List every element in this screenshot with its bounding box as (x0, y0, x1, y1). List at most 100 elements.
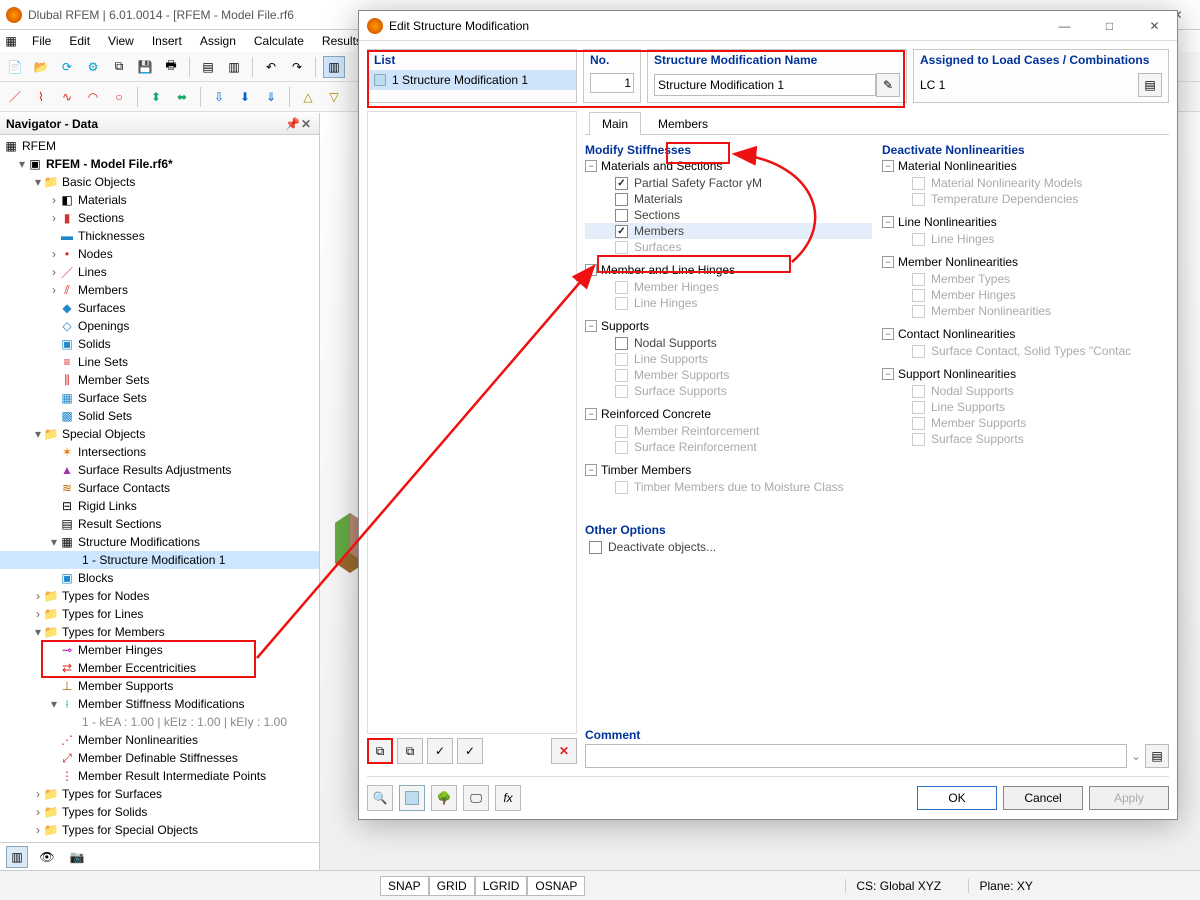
fx-button[interactable]: fx (495, 785, 521, 811)
load2-icon[interactable]: ⬇ (234, 86, 256, 108)
dropdown-icon[interactable]: ⌄ (1131, 749, 1141, 763)
line-icon[interactable]: ／ (4, 86, 26, 108)
expander-icon[interactable]: − (882, 160, 894, 172)
polyline-icon[interactable]: ⌇ (30, 86, 52, 108)
nav-view-icon[interactable]: 👁 (36, 846, 58, 868)
open-icon[interactable]: 📂 (30, 56, 52, 78)
expander-icon[interactable]: − (585, 408, 597, 420)
undo-icon[interactable]: ↶ (260, 56, 282, 78)
menu-assign[interactable]: Assign (192, 32, 244, 50)
dialog-minimize[interactable]: — (1042, 11, 1087, 41)
comment-input[interactable] (585, 744, 1127, 768)
colorbox-button[interactable] (399, 785, 425, 811)
tree-item: ›▮Sections (0, 209, 319, 227)
expander-icon[interactable]: − (585, 464, 597, 476)
no-input[interactable] (590, 73, 634, 93)
dialog-close[interactable]: ✕ (1132, 11, 1177, 41)
checkbox-mnm (912, 177, 925, 190)
openings-icon: ◇ (60, 319, 74, 333)
load1-icon[interactable]: ⇩ (208, 86, 230, 108)
pin-icon[interactable]: 📌 (285, 117, 299, 131)
close-panel-icon[interactable]: ✕ (299, 117, 313, 131)
menu-view[interactable]: View (100, 32, 142, 50)
rfem-icon: ▦ (4, 139, 18, 153)
tree-item: ▩Solid Sets (0, 407, 319, 425)
load3-icon[interactable]: ⇓ (260, 86, 282, 108)
menu-file[interactable]: File (24, 32, 59, 50)
navigator-tree[interactable]: ▦RFEM ▾▣RFEM - Model File.rf6* ▾📁Basic O… (0, 135, 319, 842)
comment-lib-icon[interactable]: ▤ (1145, 744, 1169, 768)
check1-button[interactable]: ✓ (427, 738, 453, 764)
menu-edit[interactable]: Edit (61, 32, 98, 50)
display-button[interactable]: 🖵 (463, 785, 489, 811)
expander-icon[interactable]: − (882, 368, 894, 380)
checkbox-sections[interactable] (615, 209, 628, 222)
name-input[interactable] (654, 74, 876, 96)
circle-icon[interactable]: ○ (108, 86, 130, 108)
zoom-button[interactable]: 🔍 (367, 785, 393, 811)
sync-icon[interactable]: ⟳ (56, 56, 78, 78)
member-icon[interactable]: ⬍ (145, 86, 167, 108)
checkbox-psf[interactable] (615, 177, 628, 190)
osnap-toggle[interactable]: OSNAP (527, 876, 585, 896)
checkbox-members[interactable] (615, 225, 628, 238)
menu-calculate[interactable]: Calculate (246, 32, 312, 50)
new-item-button[interactable]: ⧉ (367, 738, 393, 764)
cancel-button[interactable]: Cancel (1003, 786, 1083, 810)
snap-toggle[interactable]: SNAP (380, 876, 429, 896)
nav-icon[interactable]: ▥ (323, 56, 345, 78)
expander-icon[interactable]: − (585, 264, 597, 276)
sup1-icon[interactable]: △ (297, 86, 319, 108)
copy-item-button[interactable]: ⧉ (397, 738, 423, 764)
app-menu-icon[interactable]: ▦ (4, 34, 18, 48)
spline-icon[interactable]: ∿ (56, 86, 78, 108)
menu-insert[interactable]: Insert (144, 32, 190, 50)
edit-name-icon[interactable]: ✎ (876, 73, 900, 97)
tab-main[interactable]: Main (589, 112, 641, 135)
navigator-bottom: ▥ 👁 📷 (0, 842, 319, 870)
tree-item: ›◧Materials (0, 191, 319, 209)
checkbox-ns[interactable] (615, 337, 628, 350)
folder-icon: 📁 (44, 823, 58, 837)
expander-icon[interactable]: − (882, 216, 894, 228)
print-icon[interactable]: 🖶 (160, 56, 182, 78)
member2-icon[interactable]: ⬌ (171, 86, 193, 108)
sra-icon: ▲ (60, 463, 74, 477)
doc1-icon[interactable]: ▤ (197, 56, 219, 78)
expander-icon[interactable]: − (585, 160, 597, 172)
check2-button[interactable]: ✓ (457, 738, 483, 764)
folder-icon: 📁 (44, 787, 58, 801)
expander-icon[interactable]: − (882, 328, 894, 340)
redo-icon[interactable]: ↷ (286, 56, 308, 78)
assigned-picker-icon[interactable]: ▤ (1138, 73, 1162, 97)
checkbox-mt (912, 273, 925, 286)
checkbox-materials[interactable] (615, 193, 628, 206)
tab-members[interactable]: Members (645, 112, 721, 135)
save-icon[interactable]: 💾 (134, 56, 156, 78)
delete-item-button[interactable]: ✕ (551, 738, 577, 764)
sup2-icon[interactable]: ▽ (323, 86, 345, 108)
arc-icon[interactable]: ◠ (82, 86, 104, 108)
linesets-icon: ≡ (60, 355, 74, 369)
doc2-icon[interactable]: ▥ (223, 56, 245, 78)
tree-button[interactable]: 🌳 (431, 785, 457, 811)
dialog-maximize[interactable]: □ (1087, 11, 1132, 41)
checkbox-ms2 (912, 417, 925, 430)
nav-data-icon[interactable]: ▥ (6, 846, 28, 868)
checkbox-deactivate[interactable] (589, 541, 602, 554)
dialog-left-pane: ⧉ ⧉ ✓ ✓ ✕ (367, 111, 577, 768)
lgrid-toggle[interactable]: LGRID (475, 876, 528, 896)
tree-types-spec: ›📁Types for Special Objects (0, 821, 319, 839)
grid-toggle[interactable]: GRID (429, 876, 475, 896)
nodes-icon: • (60, 247, 74, 261)
copy-icon[interactable]: ⧉ (108, 56, 130, 78)
settings-icon[interactable]: ⚙ (82, 56, 104, 78)
list-item[interactable]: 1 Structure Modification 1 (368, 70, 576, 90)
checkbox-ls (615, 353, 628, 366)
ok-button[interactable]: OK (917, 786, 997, 810)
membersets-icon: ⫼ (60, 373, 74, 387)
nav-cam-icon[interactable]: 📷 (66, 846, 88, 868)
expander-icon[interactable]: − (882, 256, 894, 268)
expander-icon[interactable]: − (585, 320, 597, 332)
new-icon[interactable]: 📄 (4, 56, 26, 78)
